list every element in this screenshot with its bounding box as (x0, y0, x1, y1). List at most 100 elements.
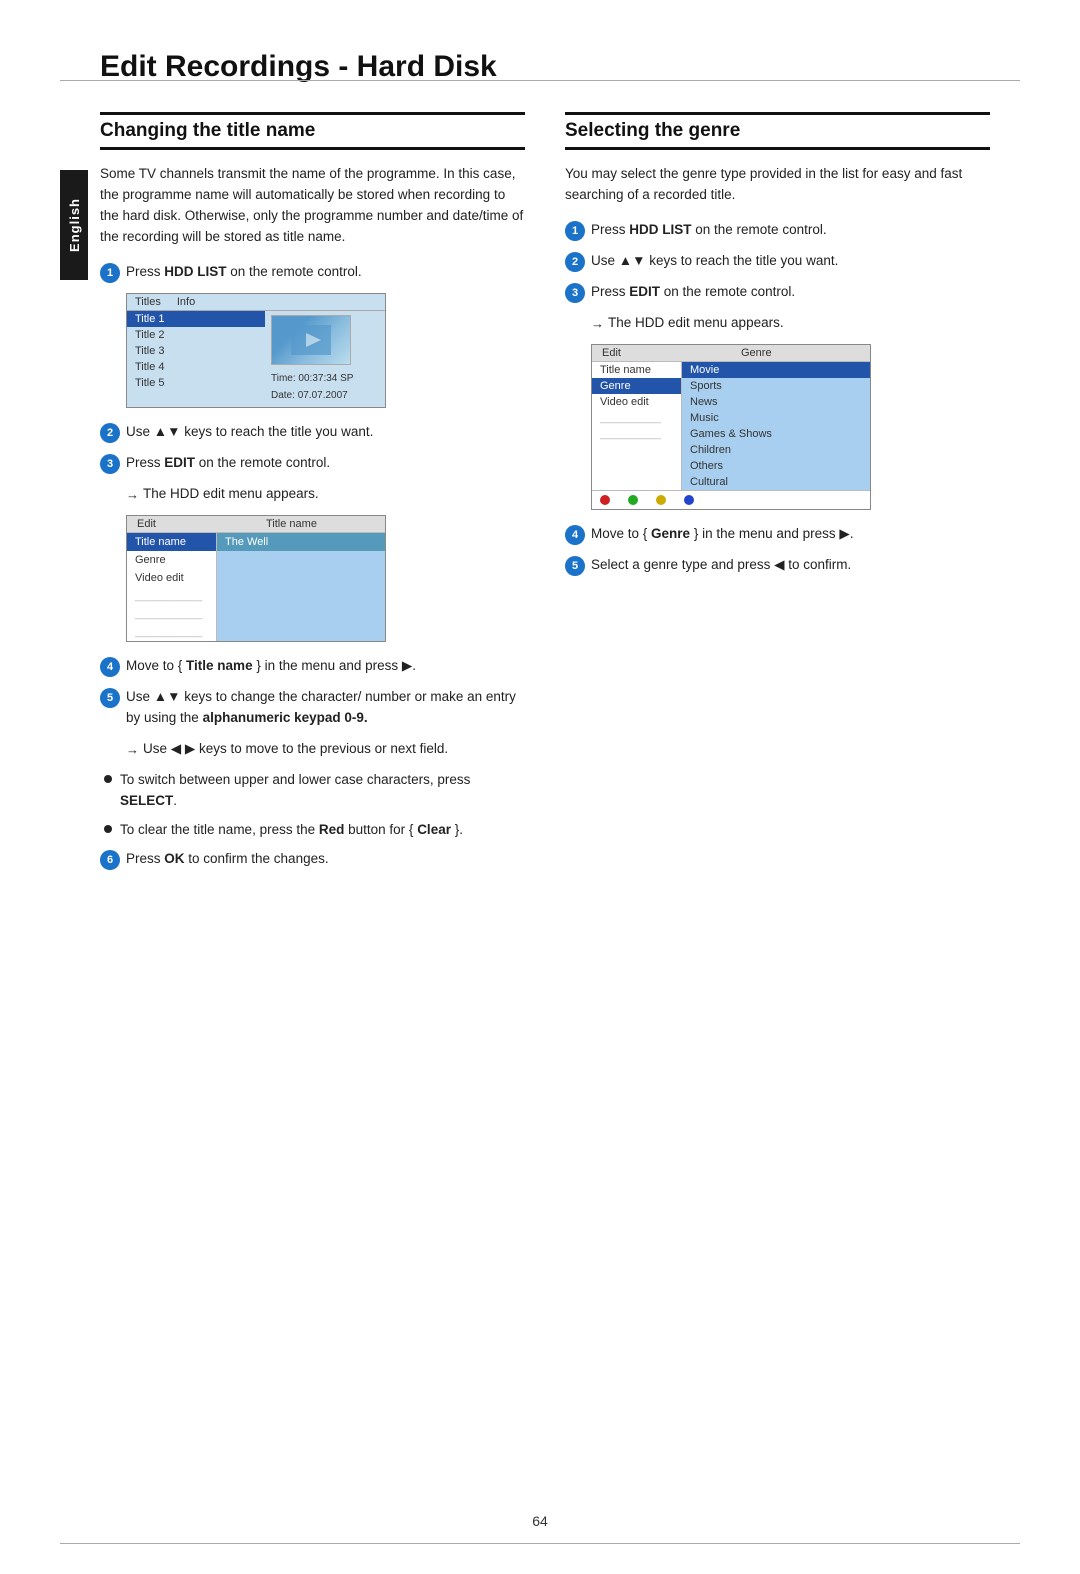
genre-val-0: Movie (682, 362, 870, 378)
genre-left-row-1: Genre (592, 378, 681, 394)
step-num-1: 1 (100, 263, 120, 283)
edit-row-4: ___________ (127, 605, 216, 623)
edit-row-3: ___________ (127, 587, 216, 605)
step-1-text: Press HDD LIST on the remote control. (126, 262, 525, 283)
step-num-3: 3 (100, 454, 120, 474)
left-step-5: 5 Use ▲▼ keys to change the character/ n… (100, 687, 525, 729)
genre-val-4: Games & Shows (682, 426, 870, 442)
left-step-2: 2 Use ▲▼ keys to reach the title you wan… (100, 422, 525, 443)
genre-val-2: News (682, 394, 870, 410)
titles-screen-body: Title 1 Title 2 Title 3 Title 4 Title 5 (127, 311, 385, 407)
bullet-2-bold: Red (319, 822, 345, 837)
genre-dot-yellow (656, 495, 666, 505)
left-section-heading: Changing the title name (100, 112, 525, 150)
edit-right-col: The Well (217, 533, 385, 641)
english-tab: English (60, 170, 88, 280)
step-num-6: 6 (100, 850, 120, 870)
titles-thumbnail (271, 315, 351, 365)
edit-header-left: Edit (127, 516, 256, 532)
step-4-bold: Title name (186, 658, 253, 673)
bullet-1-text: To switch between upper and lower case c… (120, 770, 525, 812)
edit-row-5: ___________ (127, 623, 216, 641)
page-border-top (60, 80, 1020, 81)
left-step-3: 3 Press EDIT on the remote control. (100, 453, 525, 474)
step-4-text: Move to { Title name } in the menu and p… (126, 656, 525, 677)
columns: Changing the title name Some TV channels… (100, 112, 990, 880)
left-step-1: 1 Press HDD LIST on the remote control. (100, 262, 525, 283)
titles-screen: Titles Info Title 1 Title 2 Title 3 Titl… (126, 293, 386, 408)
step-5-arrow: → Use ◀ ▶ keys to move to the previous o… (126, 739, 525, 760)
right-step-3-arrow-text: The HDD edit menu appears. (608, 313, 784, 334)
genre-footer (592, 490, 870, 509)
genre-left-row-2: Video edit (592, 394, 681, 410)
bullet-dot-1 (104, 775, 112, 783)
right-step-3-sub: → The HDD edit menu appears. (591, 313, 990, 334)
col-left: Changing the title name Some TV channels… (100, 112, 525, 880)
genre-dot-green (628, 495, 638, 505)
page-border-bottom (60, 1543, 1020, 1544)
genre-left-row-4: __________ (592, 426, 681, 442)
right-step-3-arrow: → The HDD edit menu appears. (591, 313, 990, 334)
right-section-heading: Selecting the genre (565, 112, 990, 150)
edit-screen-body: Title name Genre Video edit ___________ … (127, 533, 385, 641)
edit-left-col: Title name Genre Video edit ___________ … (127, 533, 217, 641)
arrow-symbol-5: → (126, 740, 139, 760)
step-5-arrow-text: Use ◀ ▶ keys to move to the previous or … (143, 739, 448, 760)
titles-header-left: Titles (127, 294, 169, 310)
step-3-text: Press EDIT on the remote control. (126, 453, 525, 474)
step-5-arrow-item: → Use ◀ ▶ keys to move to the previous o… (126, 739, 525, 760)
titles-info-time: Time: 00:37:34 SP (271, 371, 379, 386)
titles-row-0: Title 1 (127, 311, 265, 327)
right-step-num-3: 3 (565, 283, 585, 303)
titles-screen-header: Titles Info (127, 294, 385, 311)
right-step-5-text: Select a genre type and press ◀ to confi… (591, 555, 990, 576)
genre-screen: Edit Genre Title name Genre Video edit _… (591, 344, 871, 510)
left-step-4: 4 Move to { Title name } in the menu and… (100, 656, 525, 677)
bullet-1-bold: SELECT (120, 793, 173, 808)
right-step-3: 3 Press EDIT on the remote control. (565, 282, 990, 303)
right-step-3-bold: EDIT (629, 284, 660, 299)
step-num-4: 4 (100, 657, 120, 677)
genre-val-7: Cultural (682, 474, 870, 490)
edit-row-1: Genre (127, 551, 216, 569)
arrow-symbol-3: → (126, 485, 139, 505)
genre-val-1: Sports (682, 378, 870, 394)
edit-row-2: Video edit (127, 569, 216, 587)
bullet-1: To switch between upper and lower case c… (104, 770, 525, 812)
right-step-num-5: 5 (565, 556, 585, 576)
titles-header-right: Info (169, 294, 203, 310)
genre-left-row-0: Title name (592, 362, 681, 378)
right-step-4: 4 Move to { Genre } in the menu and pres… (565, 524, 990, 545)
titles-row-3: Title 4 (127, 359, 265, 375)
genre-val-5: Children (682, 442, 870, 458)
bullet-2-bold2: Clear (417, 822, 451, 837)
right-step-4-text: Move to { Genre } in the menu and press … (591, 524, 990, 545)
edit-value-0: The Well (217, 533, 385, 551)
titles-info-col: Time: 00:37:34 SP Date: 07.07.2007 (265, 311, 385, 407)
bullet-2: To clear the title name, press the Red b… (104, 820, 525, 841)
right-intro-text: You may select the genre type provided i… (565, 164, 990, 206)
right-step-2-text: Use ▲▼ keys to reach the title you want. (591, 251, 990, 272)
right-arrow-symbol-3: → (591, 314, 604, 334)
edit-screen-header: Edit Title name (127, 516, 385, 533)
genre-screen-body: Title name Genre Video edit __________ _… (592, 362, 870, 490)
right-step-1-bold: HDD LIST (629, 222, 691, 237)
step-6-text: Press OK to confirm the changes. (126, 849, 525, 870)
step-5-text: Use ▲▼ keys to change the character/ num… (126, 687, 525, 729)
col-right: Selecting the genre You may select the g… (565, 112, 990, 880)
english-tab-label: English (67, 198, 82, 252)
titles-row-1: Title 2 (127, 327, 265, 343)
left-intro-text: Some TV channels transmit the name of th… (100, 164, 525, 248)
right-step-1-text: Press HDD LIST on the remote control. (591, 220, 990, 241)
right-step-3-text: Press EDIT on the remote control. (591, 282, 990, 303)
step-2-text: Use ▲▼ keys to reach the title you want. (126, 422, 525, 443)
right-step-5: 5 Select a genre type and press ◀ to con… (565, 555, 990, 576)
date-label: Date: (271, 390, 298, 401)
genre-right-col: Movie Sports News Music Games & Shows Ch… (682, 362, 870, 490)
page-title: Edit Recordings - Hard Disk (100, 50, 990, 88)
genre-dot-red (600, 495, 610, 505)
edit-header-right: Title name (256, 516, 385, 532)
step-3-arrow-text: The HDD edit menu appears. (143, 484, 319, 505)
step-6-bold: OK (164, 851, 184, 866)
step-3-arrow: → The HDD edit menu appears. (126, 484, 525, 505)
